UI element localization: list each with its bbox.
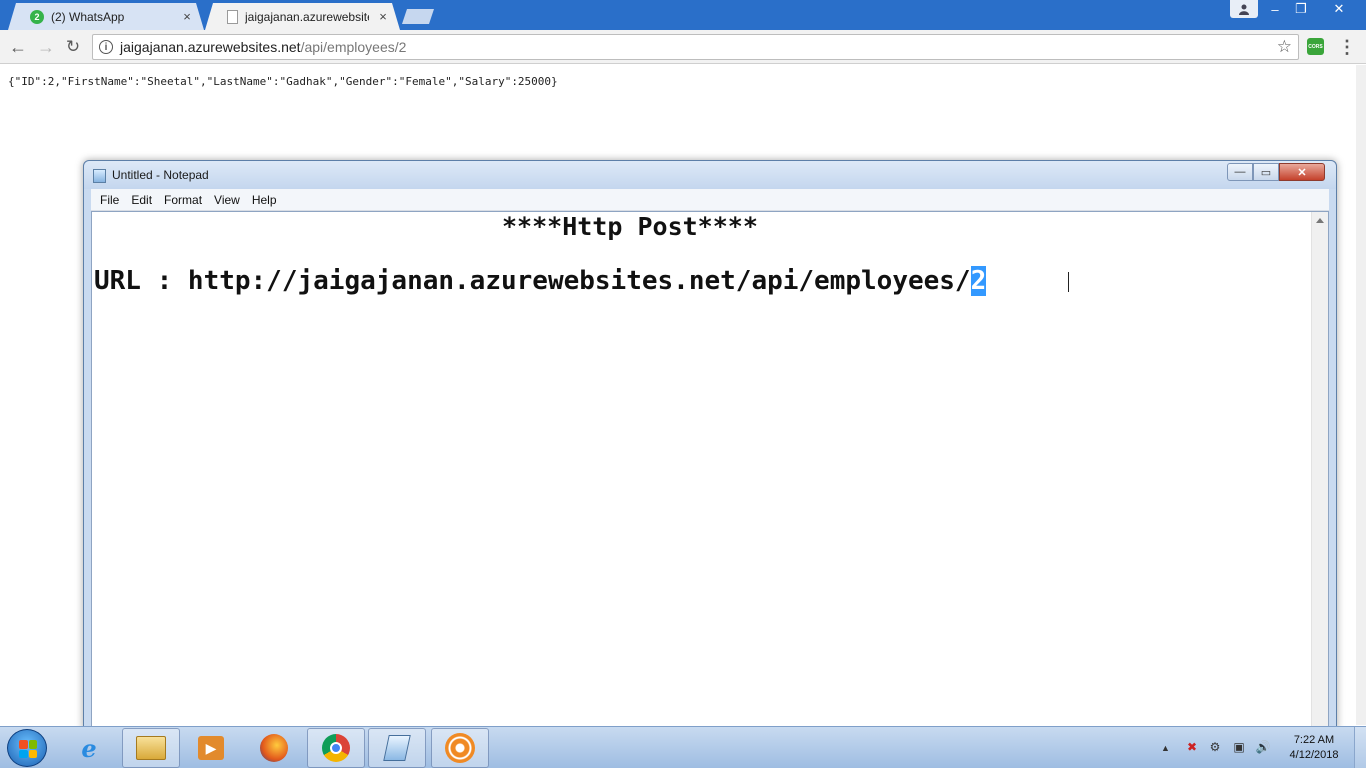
- tray-expand-icon[interactable]: ▲: [1161, 743, 1170, 753]
- selected-text: 2: [970, 266, 987, 296]
- notepad-minimize-button[interactable]: —: [1227, 163, 1253, 181]
- clock-date: 4/12/2018: [1289, 749, 1339, 761]
- taskbar-notepad[interactable]: [368, 728, 426, 768]
- browser-toolbar: ← → ↻ i jaigajanan.azurewebsites.net/api…: [0, 30, 1366, 64]
- text-heading: ****Http Post****: [502, 212, 758, 241]
- notepad-icon: [383, 735, 411, 761]
- page-icon: [227, 9, 238, 24]
- tab-close-icon[interactable]: ×: [180, 9, 194, 24]
- start-button[interactable]: [7, 729, 47, 767]
- tab-close-icon[interactable]: ×: [376, 9, 390, 24]
- tab-title: jaigajanan.azurewebsites: [245, 9, 369, 24]
- display-tray-icon[interactable]: ▣: [1231, 739, 1247, 755]
- volume-icon[interactable]: 🔊: [1255, 739, 1271, 755]
- notepad-menubar: File Edit Format View Help: [91, 189, 1329, 211]
- clock-time: 7:22 AM: [1293, 734, 1335, 746]
- menu-file[interactable]: File: [94, 193, 125, 207]
- notepad-window: Untitled - Notepad — ▭ ✕ File Edit Forma…: [83, 160, 1337, 731]
- notepad-text-area[interactable]: ****Http Post**** URL : http://jaigajana…: [91, 211, 1329, 731]
- flower-app-icon: [445, 733, 475, 763]
- windows-logo-icon: [19, 740, 37, 758]
- settings-tray-icon[interactable]: ⚙: [1207, 739, 1223, 755]
- whatsapp-icon: 2: [30, 9, 44, 24]
- network-error-icon[interactable]: ✖: [1184, 739, 1200, 755]
- text-url-line: URL : http://jaigajanan.azurewebsites.ne…: [94, 266, 987, 296]
- json-response: {"ID":2,"FirstName":"Sheetal","LastName"…: [8, 75, 558, 88]
- tab-whatsapp[interactable]: 2 (2) WhatsApp ×: [8, 3, 204, 30]
- notepad-title: Untitled - Notepad: [112, 168, 209, 182]
- address-bar[interactable]: i jaigajanan.azurewebsites.net/api/emplo…: [92, 34, 1299, 60]
- bookmark-star-icon[interactable]: ☆: [1277, 37, 1292, 57]
- firefox-icon: [260, 734, 288, 762]
- info-icon[interactable]: i: [99, 40, 113, 54]
- notepad-maximize-button[interactable]: ▭: [1253, 163, 1279, 181]
- taskbar-media-player[interactable]: ▶: [182, 728, 240, 768]
- menu-format[interactable]: Format: [158, 193, 208, 207]
- tab-employees-api[interactable]: jaigajanan.azurewebsites ×: [205, 3, 400, 30]
- folder-icon: [136, 736, 166, 760]
- chrome-icon: [322, 734, 350, 762]
- menu-view[interactable]: View: [208, 193, 246, 207]
- show-desktop-button[interactable]: [1354, 727, 1366, 768]
- taskbar-firefox[interactable]: [245, 728, 303, 768]
- taskbar-internet-explorer[interactable]: e: [60, 728, 118, 768]
- taskbar-file-explorer[interactable]: [122, 728, 180, 768]
- menu-edit[interactable]: Edit: [125, 193, 158, 207]
- page-scrollbar[interactable]: [1356, 65, 1366, 725]
- url-path: /api/employees/2: [300, 39, 407, 55]
- notepad-titlebar[interactable]: Untitled - Notepad — ▭ ✕: [84, 161, 1336, 189]
- internet-explorer-icon: e: [81, 733, 97, 763]
- scroll-up-arrow-icon[interactable]: [1316, 218, 1324, 223]
- new-tab-button[interactable]: [402, 9, 434, 24]
- url-host: jaigajanan.azurewebsites.net: [120, 39, 301, 55]
- forward-button[interactable]: →: [35, 36, 57, 58]
- browser-menu-icon[interactable]: ⋮: [1338, 36, 1356, 58]
- taskbar-app[interactable]: [431, 728, 489, 768]
- browser-titlebar: 2 (2) WhatsApp × jaigajanan.azurewebsite…: [0, 0, 1366, 30]
- browser-close-button[interactable]: ✕: [1324, 0, 1354, 18]
- tab-title: (2) WhatsApp: [51, 9, 125, 24]
- notepad-icon: [93, 169, 106, 183]
- notepad-close-button[interactable]: ✕: [1279, 163, 1325, 181]
- user-profile-icon[interactable]: [1230, 0, 1258, 18]
- menu-help[interactable]: Help: [246, 193, 283, 207]
- text-cursor-icon: [1068, 272, 1076, 292]
- system-clock[interactable]: 7:22 AM 4/12/2018: [1283, 733, 1345, 763]
- media-player-icon: ▶: [198, 736, 224, 760]
- windows-taskbar: e ▶ ▲ ✖ ⚙ ▣ 🔊 7:22 AM 4/12/2018: [0, 726, 1366, 768]
- notepad-scrollbar[interactable]: [1311, 212, 1328, 730]
- reload-button[interactable]: ↻: [62, 36, 84, 58]
- back-button[interactable]: ←: [7, 36, 29, 58]
- url-text: URL : http://jaigajanan.azurewebsites.ne…: [94, 266, 971, 296]
- browser-maximize-button[interactable]: ❐: [1288, 0, 1314, 18]
- cors-extension-icon[interactable]: CORS: [1307, 38, 1324, 55]
- taskbar-chrome[interactable]: [307, 728, 365, 768]
- browser-minimize-button[interactable]: –: [1262, 0, 1288, 18]
